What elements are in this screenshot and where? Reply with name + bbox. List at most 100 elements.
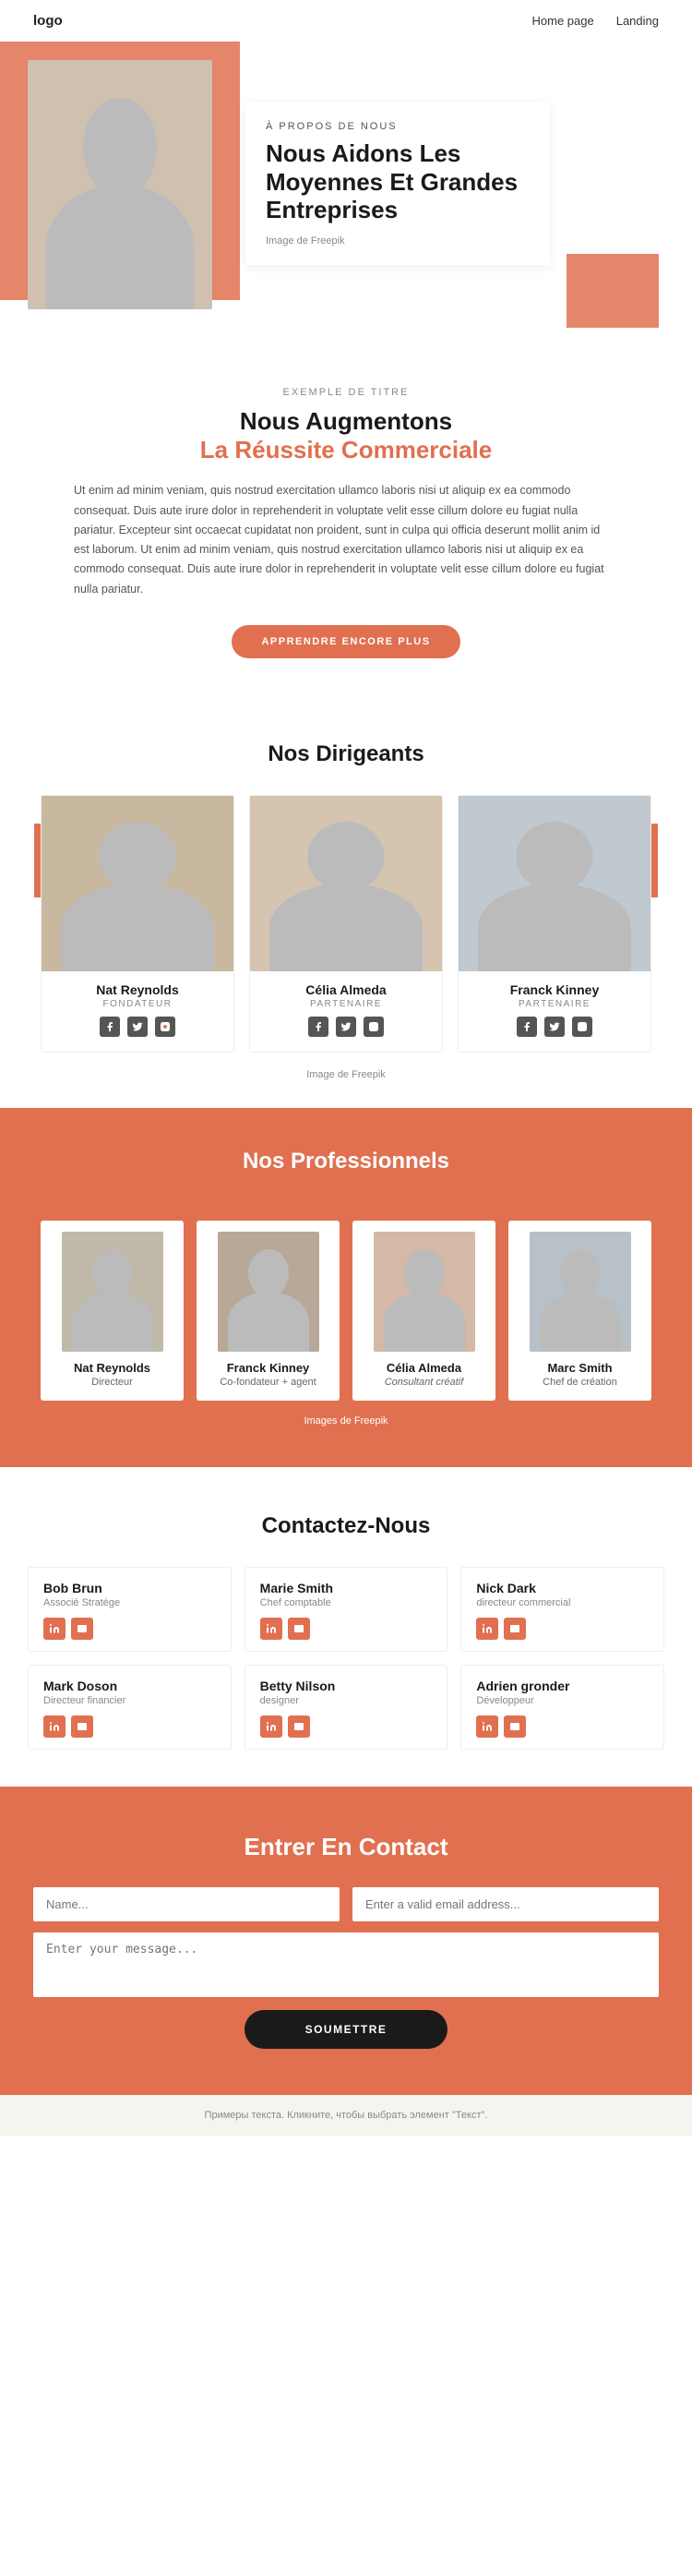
- contact-title-2: directeur commercial: [476, 1597, 649, 1608]
- contact-socials-3: [43, 1715, 216, 1738]
- contact-section: Contactez-Nous Bob Brun Associé Stratège…: [0, 1467, 692, 1787]
- dirigeant-card-0: Nat Reynolds FONDATEUR: [41, 795, 234, 1053]
- mail-icon[interactable]: [504, 1715, 526, 1738]
- aug-title-dark: Nous Augmentons: [74, 407, 618, 436]
- pro-card-3: Marc Smith Chef de création: [508, 1221, 651, 1401]
- linkedin-icon[interactable]: [43, 1715, 66, 1738]
- pro-role-0: Directeur: [50, 1377, 174, 1388]
- dirigeants-title: Nos Dirigeants: [28, 741, 664, 767]
- dirigeant-name-2: Franck Kinney: [459, 982, 650, 997]
- contact-name-3: Mark Doson: [43, 1679, 216, 1693]
- pro-img-0: [62, 1232, 163, 1352]
- aug-body: Ut enim ad minim veniam, quis nostrud ex…: [74, 481, 618, 599]
- contact-title-0: Associé Stratège: [43, 1597, 216, 1608]
- contact-card-5: Adrien gronder Développeur: [460, 1665, 664, 1750]
- pros-title: Nos Professionnels: [18, 1149, 674, 1174]
- instagram-icon[interactable]: [155, 1017, 175, 1037]
- facebook-icon[interactable]: [308, 1017, 328, 1037]
- contact-title: Contactez-Nous: [28, 1513, 664, 1539]
- aug-tag: EXEMPLE DE TITRE: [74, 387, 618, 398]
- contact-name-4: Betty Nilson: [260, 1679, 433, 1693]
- augmentons-section: EXEMPLE DE TITRE Nous Augmentons La Réus…: [0, 337, 692, 695]
- dirigeant-name-1: Célia Almeda: [250, 982, 442, 997]
- linkedin-icon[interactable]: [476, 1715, 498, 1738]
- contact-name-0: Bob Brun: [43, 1581, 216, 1595]
- dirigeant-name-0: Nat Reynolds: [42, 982, 233, 997]
- name-input[interactable]: [33, 1887, 340, 1921]
- contact-card-1: Marie Smith Chef comptable: [245, 1567, 448, 1652]
- pro-role-1: Co-fondateur + agent: [206, 1377, 330, 1388]
- dirigeant-img-2: [459, 796, 650, 971]
- instagram-icon[interactable]: [364, 1017, 384, 1037]
- dirigeant-socials-0: [42, 1017, 233, 1037]
- dirigeants-credit: Image de Freepik: [28, 1069, 664, 1080]
- facebook-icon[interactable]: [517, 1017, 537, 1037]
- mail-icon[interactable]: [288, 1715, 310, 1738]
- mail-icon[interactable]: [288, 1618, 310, 1640]
- instagram-icon[interactable]: [572, 1017, 592, 1037]
- hero-bg-orange-right: [567, 254, 659, 328]
- contact-title-1: Chef comptable: [260, 1597, 433, 1608]
- dirigeant-role-2: PARTENAIRE: [459, 999, 650, 1009]
- logo: logo: [33, 13, 63, 29]
- dirigeant-role-0: FONDATEUR: [42, 999, 233, 1009]
- pro-role-2: Consultant créatif: [362, 1377, 486, 1388]
- mail-icon[interactable]: [71, 1618, 93, 1640]
- twitter-icon[interactable]: [127, 1017, 148, 1037]
- pro-role-3: Chef de création: [518, 1377, 642, 1388]
- pro-img-1: [218, 1232, 319, 1352]
- mail-icon[interactable]: [504, 1618, 526, 1640]
- twitter-icon[interactable]: [544, 1017, 565, 1037]
- pro-name-1: Franck Kinney: [206, 1361, 330, 1375]
- pro-img-2: [374, 1232, 475, 1352]
- dirigeant-socials-1: [250, 1017, 442, 1037]
- linkedin-icon[interactable]: [476, 1618, 498, 1640]
- navbar: logo Home page Landing: [0, 0, 692, 42]
- contact-card-3: Mark Doson Directeur financier: [28, 1665, 232, 1750]
- hero-tag: À PROPOS DE NOUS: [266, 121, 530, 132]
- pro-card-1: Franck Kinney Co-fondateur + agent: [197, 1221, 340, 1401]
- hero-content-box: À PROPOS DE NOUS Nous Aidons Les Moyenne…: [245, 102, 550, 265]
- form-title: Entrer En Contact: [33, 1833, 659, 1861]
- pro-name-3: Marc Smith: [518, 1361, 642, 1375]
- pro-img-3: [530, 1232, 631, 1352]
- contact-socials-1: [260, 1618, 433, 1640]
- dirigeant-card-2: Franck Kinney PARTENAIRE: [458, 795, 651, 1053]
- hero-title: Nous Aidons Les Moyennes Et Grandes Entr…: [266, 139, 530, 224]
- email-input[interactable]: [352, 1887, 659, 1921]
- hero-credit: Image de Freepik: [266, 235, 530, 247]
- dirigeant-card-1: Célia Almeda PARTENAIRE: [249, 795, 443, 1053]
- linkedin-icon[interactable]: [260, 1618, 282, 1640]
- contact-card-0: Bob Brun Associé Stratège: [28, 1567, 232, 1652]
- message-input[interactable]: [33, 1932, 659, 1997]
- footer: Примеры текста. Кликните, чтобы выбрать …: [0, 2095, 692, 2136]
- linkedin-icon[interactable]: [43, 1618, 66, 1640]
- nav-landing[interactable]: Landing: [616, 14, 659, 28]
- contact-socials-4: [260, 1715, 433, 1738]
- contact-socials-5: [476, 1715, 649, 1738]
- contact-name-1: Marie Smith: [260, 1581, 433, 1595]
- submit-button[interactable]: SOUMETTRE: [245, 2010, 447, 2049]
- contact-card-2: Nick Dark directeur commercial: [460, 1567, 664, 1652]
- dirigeant-img-0: [42, 796, 233, 971]
- hero-person-image: [28, 60, 212, 309]
- contact-socials-0: [43, 1618, 216, 1640]
- twitter-icon[interactable]: [336, 1017, 356, 1037]
- contact-name-5: Adrien gronder: [476, 1679, 649, 1693]
- pro-name-0: Nat Reynolds: [50, 1361, 174, 1375]
- footer-text: Примеры текста. Кликните, чтобы выбрать …: [205, 2110, 488, 2121]
- form-section: Entrer En Contact SOUMETTRE: [0, 1787, 692, 2095]
- contact-socials-2: [476, 1618, 649, 1640]
- nav-links: Home page Landing: [532, 14, 660, 28]
- form-row-1: [33, 1887, 659, 1921]
- nav-home[interactable]: Home page: [532, 14, 594, 28]
- contact-card-4: Betty Nilson designer: [245, 1665, 448, 1750]
- linkedin-icon[interactable]: [260, 1715, 282, 1738]
- contact-title-5: Développeur: [476, 1695, 649, 1706]
- pro-card-2: Célia Almeda Consultant créatif: [352, 1221, 495, 1401]
- facebook-icon[interactable]: [100, 1017, 120, 1037]
- learn-more-button[interactable]: APPRENDRE ENCORE PLUS: [232, 625, 459, 658]
- mail-icon[interactable]: [71, 1715, 93, 1738]
- dirigeant-img-1: [250, 796, 442, 971]
- pros-credit: Images de Freepik: [18, 1415, 674, 1426]
